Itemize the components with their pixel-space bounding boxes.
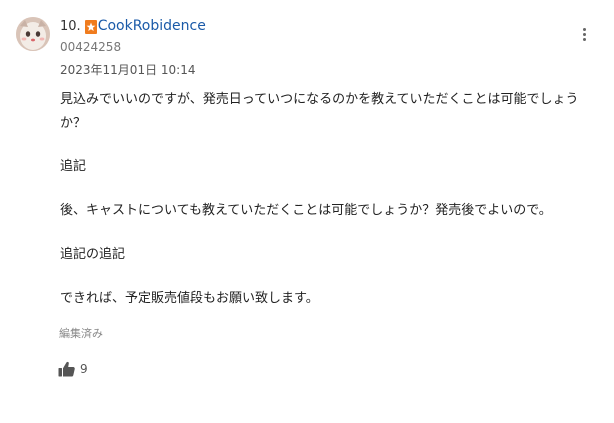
comment-body: 見込みでいいのですが、発売日っていつになるのかを教えていただくことは可能でしょう… [60, 88, 588, 311]
star-badge-icon [84, 19, 97, 34]
user-id: 00424258 [60, 40, 122, 54]
comment-paragraph: 見込みでいいのですが、発売日っていつになるのかを教えていただくことは可能でしょう… [60, 92, 579, 131]
like-count: 9 [80, 362, 88, 376]
vertical-dots-icon [582, 27, 586, 31]
comment-timestamp: 2023年11月01日 10:14 [60, 63, 196, 77]
edited-label: 編集済み [59, 327, 103, 340]
comment-paragraph: 追記 [60, 159, 87, 174]
comment-paragraph: 追記の追記 [60, 247, 126, 262]
avatar-image [16, 17, 50, 51]
comment-paragraph: 後、キャストについても教えていただくことは可能でしょうか？発売後でよいので。 [60, 203, 552, 218]
avatar[interactable] [16, 17, 50, 51]
comment-card: 10. CookRobidence 00424258 2023年11月01日 1… [0, 0, 614, 423]
like-button[interactable]: 9 [58, 358, 88, 380]
comment-rank: 10. [60, 18, 81, 34]
comment-header: 10. CookRobidence [60, 16, 206, 36]
thumbs-up-icon [58, 361, 75, 377]
username-link[interactable]: CookRobidence [98, 18, 206, 34]
comment-paragraph: できれば、予定販売値段もお願い致します。 [60, 291, 319, 306]
more-options-button[interactable] [574, 22, 594, 46]
